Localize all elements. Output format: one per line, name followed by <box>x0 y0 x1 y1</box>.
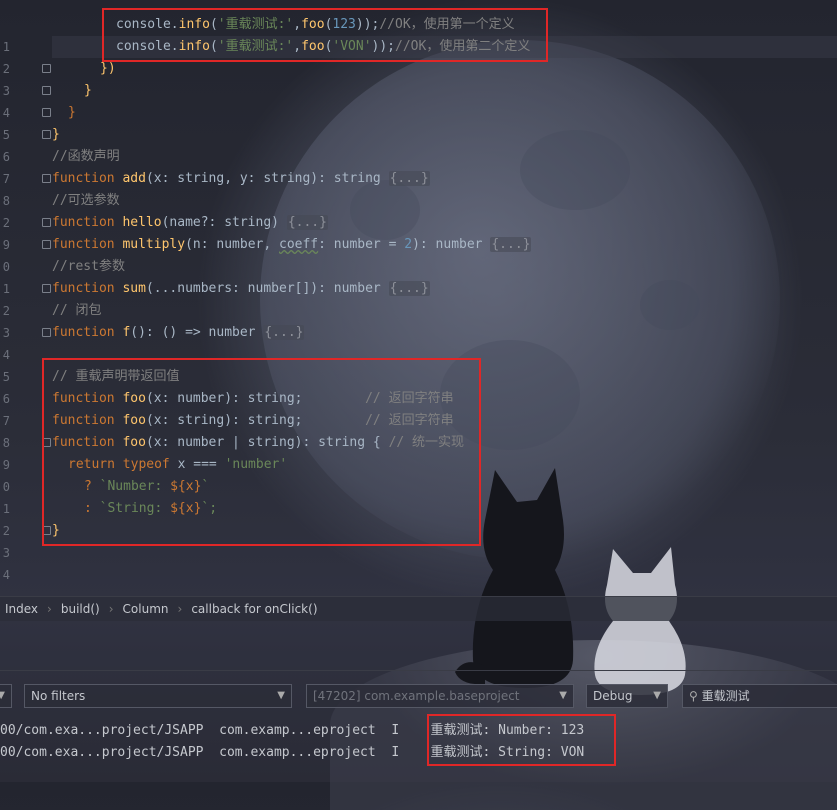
fold-marker-icon[interactable] <box>42 64 51 73</box>
chevron-right-icon: › <box>47 602 52 616</box>
process-dropdown[interactable]: [47202] com.example.baseproject ▼ <box>306 684 574 708</box>
chevron-down-icon: ▼ <box>653 690 661 701</box>
code-line: function add(x: string, y: string): stri… <box>52 171 430 186</box>
log-output: 00/com.exa...project/JSAPP com.examp...e… <box>0 718 837 782</box>
line-number: 9 <box>2 238 10 252</box>
highlight-box-calls <box>102 8 548 62</box>
code-line: function multiply(n: number, coeff: numb… <box>52 237 532 252</box>
code-comment: // 闭包 <box>52 303 102 318</box>
breadcrumb-item[interactable]: callback for onClick() <box>186 602 322 616</box>
code-line: function sum(...numbers: number[]): numb… <box>52 281 430 296</box>
fold-marker-icon[interactable] <box>42 284 51 293</box>
highlight-box-log-output <box>427 714 616 766</box>
line-number: 3 <box>2 546 10 560</box>
highlight-box-overloads <box>42 358 481 546</box>
line-number: 4 <box>2 106 10 120</box>
chevron-down-icon: ▼ <box>0 690 5 701</box>
log-search-input[interactable]: ⚲ 重载测试 <box>682 684 837 708</box>
line-number: 8 <box>2 194 10 208</box>
code-line: } <box>68 105 76 120</box>
panel-divider <box>0 670 837 671</box>
line-number: 5 <box>2 370 10 384</box>
code-line: function f(): () => number {...} <box>52 325 305 340</box>
log-level-dropdown[interactable]: Debug ▼ <box>586 684 668 708</box>
breadcrumb-item[interactable]: Column <box>118 602 174 616</box>
filter-dropdown[interactable]: No filters ▼ <box>24 684 292 708</box>
line-number: 1 <box>2 40 10 54</box>
line-number: 7 <box>2 414 10 428</box>
chevron-down-icon: ▼ <box>559 690 567 701</box>
line-number: 2 <box>2 304 10 318</box>
code-line: } <box>52 127 60 142</box>
log-toolbar: ▼ No filters ▼ [47202] com.example.basepr… <box>0 682 837 710</box>
code-comment: //rest参数 <box>52 259 125 274</box>
fold-marker-icon[interactable] <box>42 328 51 337</box>
line-number: 7 <box>2 172 10 186</box>
breadcrumb: Index › build() › Column › callback for onC… <box>0 596 837 621</box>
line-number: 8 <box>2 436 10 450</box>
fold-marker-icon[interactable] <box>42 240 51 249</box>
chevron-down-icon: ▼ <box>277 690 285 701</box>
fold-marker-icon[interactable] <box>42 108 51 117</box>
code-comment: //可选参数 <box>52 193 120 208</box>
line-number: 9 <box>2 458 10 472</box>
breadcrumb-item[interactable]: build() <box>56 602 105 616</box>
code-line: } <box>84 83 92 98</box>
line-number: 2 <box>2 216 10 230</box>
line-number: 2 <box>2 524 10 538</box>
line-number: 5 <box>2 128 10 142</box>
line-number: 6 <box>2 150 10 164</box>
line-number: 3 <box>2 84 10 98</box>
fold-marker-icon[interactable] <box>42 218 51 227</box>
code-comment: //函数声明 <box>52 149 120 164</box>
line-number: 1 <box>2 502 10 516</box>
line-number: 0 <box>2 480 10 494</box>
fold-marker-icon[interactable] <box>42 174 51 183</box>
chevron-right-icon: › <box>108 602 114 616</box>
breadcrumb-item[interactable]: Index <box>0 602 43 616</box>
device-dropdown[interactable]: ▼ <box>0 684 12 708</box>
line-number: 4 <box>2 348 10 362</box>
line-number: 0 <box>2 260 10 274</box>
line-gutter: 1 2 3 4 5 6 7 8 2 9 0 1 2 3 4 5 6 7 8 9 … <box>0 0 40 596</box>
line-number: 3 <box>2 326 10 340</box>
fold-marker-icon[interactable] <box>42 86 51 95</box>
line-number: 2 <box>2 62 10 76</box>
line-number: 4 <box>2 568 10 582</box>
search-icon: ⚲ <box>689 689 698 703</box>
line-number: 1 <box>2 282 10 296</box>
chevron-right-icon: › <box>177 602 183 616</box>
code-line: function hello(name?: string) {...} <box>52 215 328 230</box>
fold-marker-icon[interactable] <box>42 130 51 139</box>
line-number: 6 <box>2 392 10 406</box>
